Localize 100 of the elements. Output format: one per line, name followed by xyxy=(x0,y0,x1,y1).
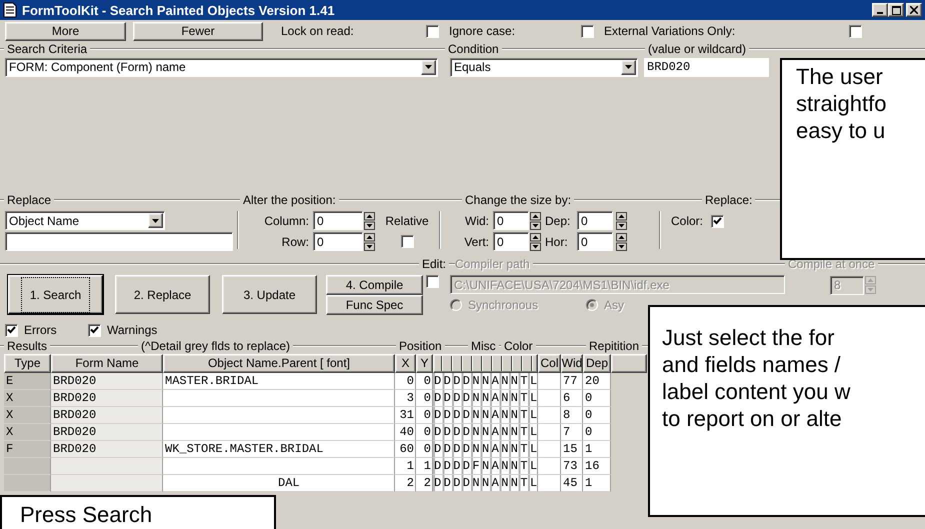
spin-buttons[interactable] xyxy=(530,212,541,230)
table-cell: DDDDNNANNTL xyxy=(433,373,538,390)
table-cell: WK_STORE.MASTER.BRIDAL xyxy=(163,441,395,458)
table-cell: 6 xyxy=(561,390,583,407)
column-header[interactable]: Col xyxy=(538,354,561,372)
window-title: FormToolKit - Search Painted Objects Version 1.41 xyxy=(22,2,336,18)
table-cell: DDDDFNANNTL xyxy=(433,458,538,475)
dropdown-button[interactable] xyxy=(148,213,163,228)
field-label: Wid: xyxy=(464,214,490,228)
table-cell: F xyxy=(4,441,51,458)
checkbox[interactable] xyxy=(711,214,724,228)
table-cell: 3 xyxy=(395,390,416,407)
table-cell xyxy=(538,390,561,407)
filter-label: Errors xyxy=(24,323,57,337)
table-cell: 2 xyxy=(416,475,433,492)
table-cell xyxy=(538,407,561,424)
table-cell: 0 xyxy=(395,373,416,390)
radio-label: Synchronous xyxy=(468,298,538,312)
group-label: Condition xyxy=(448,42,499,56)
toolbar-button[interactable]: More xyxy=(5,22,126,40)
column-header[interactable]: X xyxy=(395,354,416,372)
option-label: Ignore case: xyxy=(449,24,516,38)
spin-buttons[interactable] xyxy=(364,212,375,230)
group-label: Color xyxy=(504,339,533,353)
field-label: Vert: xyxy=(463,234,490,248)
table-cell: 40 xyxy=(395,424,416,441)
spin-buttons[interactable] xyxy=(616,212,627,230)
table-cell: 77 xyxy=(561,373,583,390)
table-cell xyxy=(4,475,51,492)
group-label: Search Criteria xyxy=(7,42,88,56)
table-cell: 0 xyxy=(583,390,611,407)
column-header[interactable]: Type xyxy=(4,354,51,372)
group-label: Compile at once xyxy=(788,257,875,271)
table-cell: 1 xyxy=(416,458,433,475)
column-header[interactable]: Form Name xyxy=(51,354,163,372)
number-field[interactable]: 0 xyxy=(493,232,529,251)
replace-field[interactable] xyxy=(5,232,233,251)
table-cell: DDDDNNANNTL xyxy=(433,424,538,441)
field-label: Row: xyxy=(280,234,310,248)
field-label: Dep: xyxy=(544,214,572,228)
number-field[interactable]: 0 xyxy=(313,232,363,251)
number-field[interactable]: 0 xyxy=(313,211,363,230)
group-label: Results xyxy=(7,339,48,353)
number-field[interactable]: 0 xyxy=(577,211,613,230)
table-cell: 0 xyxy=(416,441,433,458)
replace-dropdown[interactable]: Object Name xyxy=(5,211,165,230)
table-cell: 2 xyxy=(395,475,416,492)
table-cell xyxy=(538,424,561,441)
group-label: Misc xyxy=(471,339,496,353)
group-label: Replace xyxy=(7,193,52,207)
toolbar-button[interactable]: Fewer xyxy=(133,22,263,40)
table-cell: 45 xyxy=(561,475,583,492)
compile-button[interactable]: 4. Compile xyxy=(326,275,423,295)
table-cell: 0 xyxy=(416,390,433,407)
dropdown-button[interactable] xyxy=(421,60,436,74)
checkbox[interactable] xyxy=(400,235,414,248)
table-cell: 1 xyxy=(395,458,416,475)
table-cell: 15 xyxy=(561,441,583,458)
column-header[interactable] xyxy=(433,354,538,372)
criteria-dropdown[interactable]: FORM: Component (Form) name xyxy=(5,58,438,76)
group-label: Compiler path xyxy=(455,257,530,271)
checkbox[interactable] xyxy=(849,24,862,38)
column-header[interactable]: Y xyxy=(416,354,433,372)
caret-icon xyxy=(152,218,159,222)
table-cell xyxy=(538,475,561,492)
table-cell: 8 xyxy=(561,407,583,424)
color-label: Color: xyxy=(671,214,704,228)
maximize-button[interactable] xyxy=(888,3,904,17)
number-field[interactable]: 0 xyxy=(577,232,613,251)
condition-dropdown[interactable]: Equals xyxy=(450,58,638,76)
table-cell: 16 xyxy=(583,458,611,475)
checkbox[interactable] xyxy=(88,324,101,336)
spin-buttons[interactable] xyxy=(616,232,627,250)
dropdown-button[interactable] xyxy=(621,60,636,74)
spin-buttons[interactable] xyxy=(530,232,541,250)
value-field[interactable]: BRD020 xyxy=(644,58,769,76)
column-header[interactable] xyxy=(611,354,647,372)
checkbox[interactable] xyxy=(426,24,439,38)
radio-label: Asy xyxy=(604,298,624,312)
action-button[interactable]: 2. Replace xyxy=(115,275,210,314)
relative-label: Relative xyxy=(384,214,430,228)
table-cell xyxy=(4,458,51,475)
column-header[interactable]: Dep xyxy=(583,354,611,372)
close-button[interactable] xyxy=(906,3,922,17)
column-header[interactable]: Wid xyxy=(561,354,583,372)
table-cell: 73 xyxy=(561,458,583,475)
group-label: Alter the position: xyxy=(243,193,336,207)
table-cell: 0 xyxy=(416,373,433,390)
group-label: (value or wildcard) xyxy=(648,42,746,56)
column-header[interactable]: Object Name.Parent [ font] xyxy=(163,354,395,372)
action-button[interactable]: 1. Search xyxy=(8,275,103,314)
callout-text: Just select the for and fields names / label content you w to report on or alte xyxy=(662,324,852,432)
number-field[interactable]: 0 xyxy=(493,211,529,230)
compile-button[interactable]: Func Spec xyxy=(326,295,423,315)
checkbox[interactable] xyxy=(581,24,594,38)
field-label: Hor: xyxy=(544,234,569,248)
minimize-button[interactable] xyxy=(872,3,888,17)
action-button[interactable]: 3. Update xyxy=(222,275,317,314)
spin-buttons[interactable] xyxy=(364,232,375,250)
checkbox[interactable] xyxy=(5,324,18,336)
